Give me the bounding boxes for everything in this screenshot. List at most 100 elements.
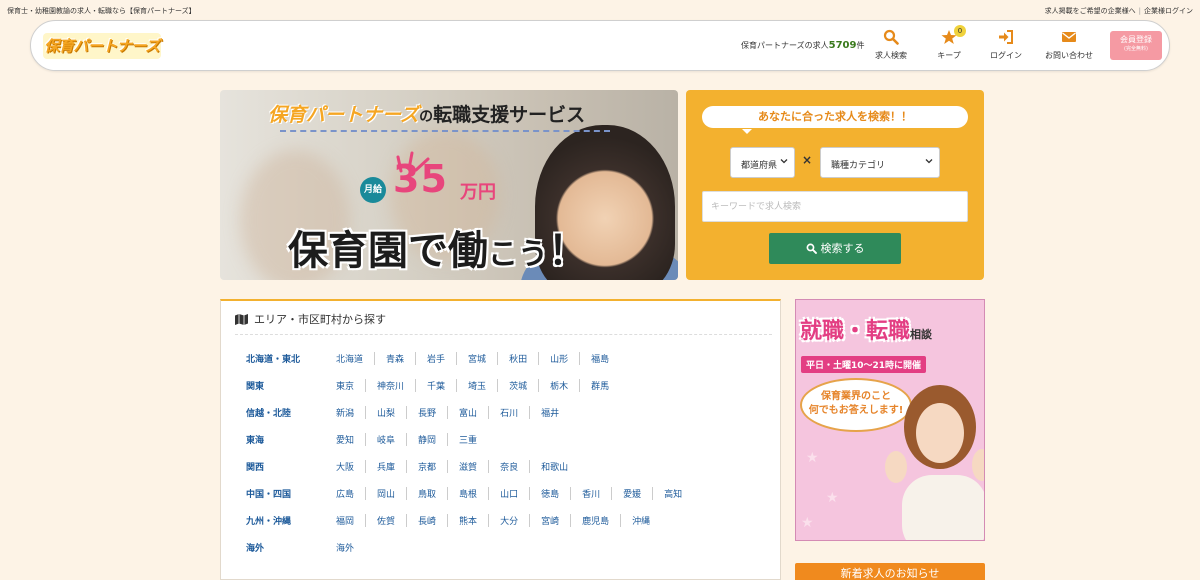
region-name[interactable]: 中国・四国 bbox=[246, 487, 336, 500]
prefecture-link[interactable]: 福井 bbox=[541, 406, 570, 419]
banner-title-suffix: 相談 bbox=[910, 328, 933, 341]
prefecture-links: 福岡 佐賀 長崎 熊本 大分 宮崎 鹿児島 沖縄 bbox=[336, 514, 672, 527]
prefecture-links: 海外 bbox=[336, 541, 376, 554]
prefecture-link[interactable]: 山口 bbox=[500, 487, 531, 500]
prefecture-link[interactable]: 愛知 bbox=[336, 433, 367, 446]
prefecture-links: 大阪 兵庫 京都 滋賀 奈良 和歌山 bbox=[336, 460, 590, 473]
prefecture-link[interactable]: 和歌山 bbox=[541, 460, 579, 473]
prefecture-link[interactable]: 三重 bbox=[459, 433, 488, 446]
nav-keep[interactable]: 0 キープ bbox=[921, 25, 977, 65]
prefecture-link[interactable]: 海外 bbox=[336, 541, 365, 554]
area-search-title: エリア・市区町村から探す bbox=[254, 313, 386, 326]
times-symbol: × bbox=[802, 153, 813, 167]
star-decoration-icon: ★ bbox=[806, 450, 819, 466]
prefecture-link[interactable]: 大阪 bbox=[336, 460, 367, 473]
prefecture-link[interactable]: 沖縄 bbox=[632, 514, 661, 527]
prefecture-link[interactable]: 埼玉 bbox=[468, 379, 499, 392]
nav-contact[interactable]: お問い合わせ bbox=[1041, 29, 1097, 65]
region-name[interactable]: 関西 bbox=[246, 460, 336, 473]
prefecture-link[interactable]: 奈良 bbox=[500, 460, 531, 473]
job-count-prefix: 保育パートナーズの求人 bbox=[741, 41, 829, 50]
prefecture-link[interactable]: 長崎 bbox=[418, 514, 449, 527]
new-jobs-notice-button[interactable]: 新着求人のお知らせ bbox=[795, 563, 985, 580]
region-name[interactable]: 関東 bbox=[246, 379, 336, 392]
prefecture-link[interactable]: 徳島 bbox=[541, 487, 572, 500]
prefecture-links: 東京 神奈川 千葉 埼玉 茨城 栃木 群馬 bbox=[336, 379, 631, 392]
prefecture-links: 新潟 山梨 長野 富山 石川 福井 bbox=[336, 406, 581, 419]
prefecture-link[interactable]: 岐阜 bbox=[377, 433, 408, 446]
site-logo[interactable]: 保育パートナーズ bbox=[43, 33, 161, 59]
region-name[interactable]: 海外 bbox=[246, 541, 336, 554]
prefecture-link[interactable]: 滋賀 bbox=[459, 460, 490, 473]
mail-icon bbox=[1041, 29, 1097, 47]
prefecture-link[interactable]: 高知 bbox=[664, 487, 693, 500]
prefecture-link[interactable]: 北海道 bbox=[336, 352, 376, 365]
search-heading: あなたに合った求人を検索！！ bbox=[702, 106, 968, 134]
login-icon bbox=[978, 29, 1034, 47]
prefecture-link[interactable]: 宮崎 bbox=[541, 514, 572, 527]
job-search-panel: あなたに合った求人を検索！！ 都道府県 × 職種カテゴリ キーワードで求人検索 … bbox=[686, 90, 984, 280]
banner-title-main: 就職・転職 bbox=[800, 319, 911, 344]
keep-count-badge: 0 bbox=[954, 25, 966, 37]
prefecture-link[interactable]: 山梨 bbox=[377, 406, 408, 419]
catch-end: ！ bbox=[548, 228, 588, 274]
nav-contact-label: お問い合わせ bbox=[1045, 51, 1093, 60]
prefecture-link[interactable]: 熊本 bbox=[459, 514, 490, 527]
prefecture-link[interactable]: 京都 bbox=[418, 460, 449, 473]
prefecture-link[interactable]: 大分 bbox=[500, 514, 531, 527]
prefecture-link[interactable]: 香川 bbox=[582, 487, 613, 500]
prefecture-link[interactable]: 宮城 bbox=[468, 352, 499, 365]
prefecture-link[interactable]: 長野 bbox=[418, 406, 449, 419]
prefecture-link[interactable]: 愛媛 bbox=[623, 487, 654, 500]
star-icon bbox=[921, 29, 977, 47]
banner-title: 就職・転職相談 bbox=[800, 313, 932, 345]
prefecture-link[interactable]: 鳥取 bbox=[418, 487, 449, 500]
prefecture-link[interactable]: 鹿児島 bbox=[582, 514, 622, 527]
top-links: 求人掲載をご希望の企業様へ | 企業様ログイン bbox=[1044, 7, 1193, 15]
company-login-link[interactable]: 企業様ログイン bbox=[1144, 7, 1193, 15]
hero-banner[interactable]: 保育パートナーズの転職支援サービス 月給 35 万円 保育園で働こう！ bbox=[220, 90, 678, 280]
consultation-banner[interactable]: ★ ★ ★ 就職・転職相談 平日・土曜10～21時に開催 保育業界のこと 何でも… bbox=[795, 299, 985, 541]
consultant-photo bbox=[885, 385, 984, 540]
prefecture-link[interactable]: 栃木 bbox=[550, 379, 581, 392]
keyword-search-input[interactable]: キーワードで求人検索 bbox=[702, 191, 968, 222]
region-name[interactable]: 九州・沖縄 bbox=[246, 514, 336, 527]
hero-service: 転職支援サービス bbox=[433, 104, 586, 126]
prefecture-link[interactable]: 青森 bbox=[386, 352, 417, 365]
prefecture-links: 愛知 岐阜 静岡 三重 bbox=[336, 433, 499, 446]
prefecture-link[interactable]: 島根 bbox=[459, 487, 490, 500]
prefecture-link[interactable]: 岩手 bbox=[427, 352, 458, 365]
prefecture-link[interactable]: 福岡 bbox=[336, 514, 367, 527]
prefecture-link[interactable]: 石川 bbox=[500, 406, 531, 419]
recruit-advertise-link[interactable]: 求人掲載をご希望の企業様へ bbox=[1045, 7, 1136, 15]
prefecture-link[interactable]: 山形 bbox=[550, 352, 581, 365]
prefecture-link[interactable]: 岡山 bbox=[377, 487, 408, 500]
prefecture-link[interactable]: 茨城 bbox=[509, 379, 540, 392]
hero-brand: 保育パートナーズ bbox=[268, 104, 420, 126]
search-submit-button[interactable]: 検索する bbox=[769, 233, 901, 264]
prefecture-link[interactable]: 広島 bbox=[336, 487, 367, 500]
prefecture-link[interactable]: 群馬 bbox=[591, 379, 620, 392]
prefecture-select[interactable]: 都道府県 bbox=[730, 147, 795, 178]
prefecture-link[interactable]: 富山 bbox=[459, 406, 490, 419]
prefecture-link[interactable]: 神奈川 bbox=[377, 379, 417, 392]
nav-job-search[interactable]: 求人検索 bbox=[863, 29, 919, 65]
prefecture-link[interactable]: 静岡 bbox=[418, 433, 449, 446]
prefecture-link[interactable]: 千葉 bbox=[427, 379, 458, 392]
chevron-down-icon bbox=[925, 157, 933, 168]
nav-login[interactable]: ログイン bbox=[978, 29, 1034, 65]
region-name[interactable]: 東海 bbox=[246, 433, 336, 446]
register-button[interactable]: 会員登録 (完全無料) bbox=[1110, 31, 1162, 60]
prefecture-link[interactable]: 新潟 bbox=[336, 406, 367, 419]
nav-keep-label: キープ bbox=[937, 51, 961, 60]
region-name[interactable]: 北海道・東北 bbox=[246, 352, 336, 365]
prefecture-link[interactable]: 福島 bbox=[591, 352, 620, 365]
region-name[interactable]: 信越・北陸 bbox=[246, 406, 336, 419]
hero-title: 保育パートナーズの転職支援サービス bbox=[268, 100, 585, 127]
prefecture-link[interactable]: 東京 bbox=[336, 379, 367, 392]
job-category-select[interactable]: 職種カテゴリ bbox=[820, 147, 940, 178]
prefecture-link[interactable]: 秋田 bbox=[509, 352, 540, 365]
prefecture-link[interactable]: 佐賀 bbox=[377, 514, 408, 527]
prefecture-link[interactable]: 兵庫 bbox=[377, 460, 408, 473]
search-submit-label: 検索する bbox=[820, 242, 865, 255]
